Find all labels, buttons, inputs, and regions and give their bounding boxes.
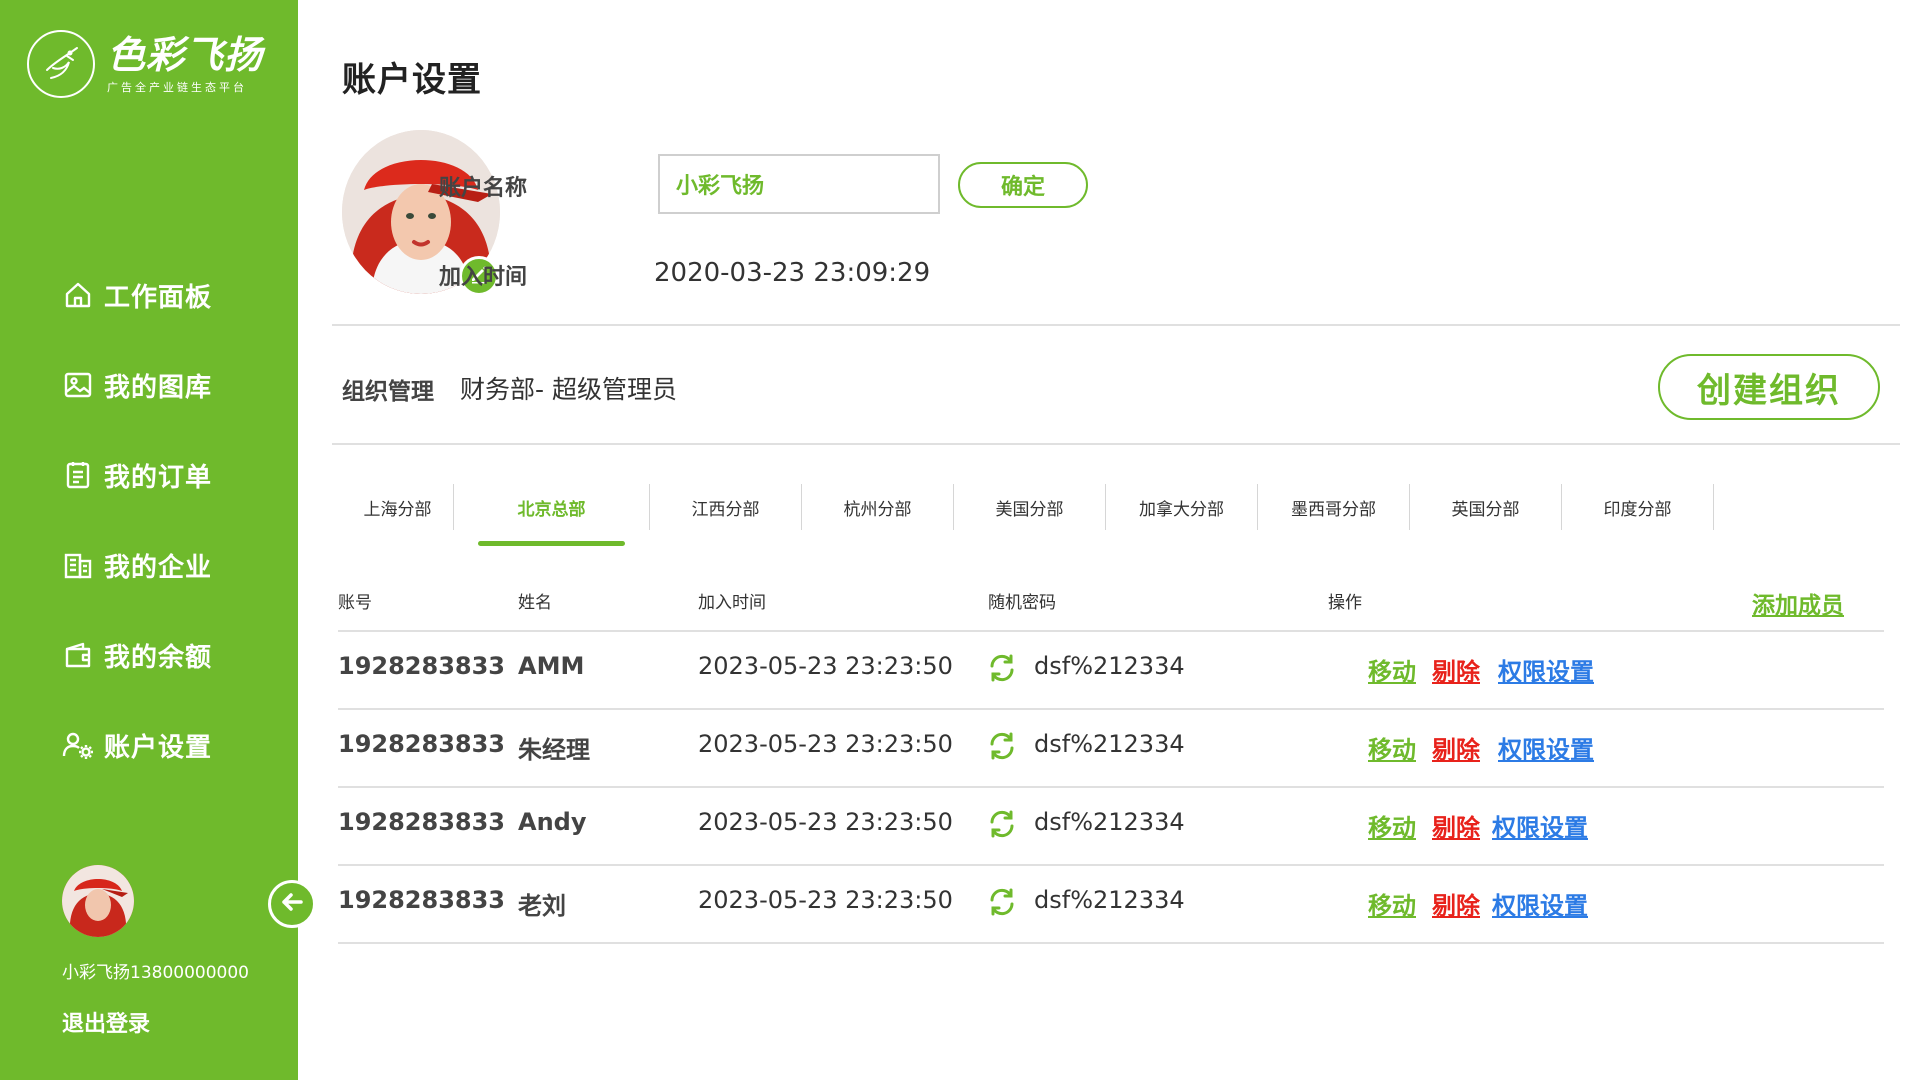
table-row: 1928283833 朱经理 2023-05-23 23:23:50 dsf%2…: [338, 708, 1884, 786]
sidebar-item-dashboard[interactable]: 工作面板: [62, 250, 212, 340]
tab-jiangxi[interactable]: 江西分部: [650, 484, 802, 530]
building-icon: [62, 549, 94, 581]
sidebar-item-label: 我的订单: [104, 462, 213, 493]
sidebar-item-label: 我的图库: [104, 372, 213, 403]
tab-uk[interactable]: 英国分部: [1410, 484, 1562, 530]
sidebar-item-gallery[interactable]: 我的图库: [62, 340, 212, 430]
create-org-button[interactable]: 创建组织: [1658, 354, 1880, 420]
arrow-left-icon: [277, 887, 307, 921]
main-content: 账户设置 账户名称 确定 加入时间 2020-03-23 23:09:29: [298, 0, 1920, 1080]
cell-name: Andy: [518, 808, 587, 836]
tab-india[interactable]: 印度分部: [1562, 484, 1714, 530]
tab-usa[interactable]: 美国分部: [954, 484, 1106, 530]
sidebar-item-label: 我的企业: [104, 552, 213, 583]
refresh-password-icon[interactable]: [986, 886, 1018, 918]
branch-tabs: 上海分部 北京总部 江西分部 杭州分部 美国分部 加拿大分部 墨西哥分部 英国分…: [342, 484, 1714, 546]
permission-link[interactable]: 权限设置: [1498, 730, 1594, 765]
cell-account: 1928283833: [338, 886, 505, 914]
permission-link[interactable]: 权限设置: [1492, 808, 1588, 843]
clipboard-icon: [62, 459, 94, 491]
sidebar-item-label: 账户设置: [104, 732, 213, 763]
divider: [332, 443, 1900, 445]
cell-password: dsf%212334: [1034, 730, 1185, 758]
move-link[interactable]: 移动: [1368, 808, 1416, 843]
column-header-account: 账号: [338, 593, 372, 613]
sidebar-nav: 工作面板 我的图库 我的订单 我的企业 我的余额 账户设置: [62, 250, 212, 790]
sidebar-item-company[interactable]: 我的企业: [62, 520, 212, 610]
cell-join-time: 2023-05-23 23:23:50: [698, 652, 953, 680]
tab-mexico[interactable]: 墨西哥分部: [1258, 484, 1410, 530]
sidebar-item-balance[interactable]: 我的余额: [62, 610, 212, 700]
divider: [332, 324, 1900, 326]
brand-logo[interactable]: 色彩飞扬 广告全产业链生态平台: [27, 30, 263, 98]
org-label: 组织管理: [342, 379, 434, 405]
cell-name: 朱经理: [518, 736, 590, 764]
table-row: 1928283833 AMM 2023-05-23 23:23:50 dsf%2…: [338, 630, 1884, 708]
sidebar-item-orders[interactable]: 我的订单: [62, 430, 212, 520]
cell-join-time: 2023-05-23 23:23:50: [698, 808, 953, 836]
sidebar-username: 小彩飞扬13800000000: [62, 963, 249, 983]
wallet-icon: [62, 639, 94, 671]
remove-link[interactable]: 剔除: [1432, 808, 1480, 843]
sidebar-item-label: 我的余额: [104, 642, 213, 673]
join-time-value: 2020-03-23 23:09:29: [654, 258, 931, 288]
hummingbird-icon: [27, 30, 95, 98]
column-header-password: 随机密码: [988, 593, 1056, 613]
permission-link[interactable]: 权限设置: [1492, 886, 1588, 921]
permission-link[interactable]: 权限设置: [1498, 652, 1594, 687]
move-link[interactable]: 移动: [1368, 886, 1416, 921]
cell-account: 1928283833: [338, 730, 505, 758]
column-header-name: 姓名: [518, 593, 552, 613]
cell-password: dsf%212334: [1034, 652, 1185, 680]
brand-name: 色彩飞扬: [107, 33, 264, 77]
move-link[interactable]: 移动: [1368, 730, 1416, 765]
tab-beijing[interactable]: 北京总部: [454, 484, 650, 546]
refresh-password-icon[interactable]: [986, 808, 1018, 840]
remove-link[interactable]: 剔除: [1432, 886, 1480, 921]
cell-password: dsf%212334: [1034, 886, 1185, 914]
tab-shanghai[interactable]: 上海分部: [342, 484, 454, 530]
logout-button[interactable]: 退出登录: [62, 1006, 150, 1038]
page-title: 账户设置: [342, 60, 482, 100]
cell-password: dsf%212334: [1034, 808, 1185, 836]
table-row: 1928283833 老刘 2023-05-23 23:23:50 dsf%21…: [338, 864, 1884, 942]
refresh-password-icon[interactable]: [986, 730, 1018, 762]
cell-join-time: 2023-05-23 23:23:50: [698, 730, 953, 758]
user-gear-icon: [62, 729, 94, 761]
cell-name: AMM: [518, 652, 585, 680]
home-icon: [62, 279, 94, 311]
column-header-actions: 操作: [1328, 593, 1362, 613]
move-link[interactable]: 移动: [1368, 652, 1416, 687]
sidebar-item-account-settings[interactable]: 账户设置: [62, 700, 212, 790]
cell-account: 1928283833: [338, 808, 505, 836]
join-time-label: 加入时间: [439, 265, 528, 290]
collapse-sidebar-button[interactable]: [268, 880, 316, 928]
remove-link[interactable]: 剔除: [1432, 730, 1480, 765]
image-icon: [62, 369, 94, 401]
add-member-link[interactable]: 添加成员: [1752, 586, 1844, 620]
sidebar: 色彩飞扬 广告全产业链生态平台 工作面板 我的图库 我的订单 我的企业 我的余额…: [0, 0, 298, 1080]
org-value: 财务部- 超级管理员: [460, 375, 677, 404]
table-row: 1928283833 Andy 2023-05-23 23:23:50 dsf%…: [338, 786, 1884, 864]
remove-link[interactable]: 剔除: [1432, 652, 1480, 687]
table-bottom-border: [338, 942, 1884, 944]
brand-tagline: 广告全产业链生态平台: [107, 81, 247, 94]
account-name-label: 账户名称: [439, 176, 528, 201]
tab-canada[interactable]: 加拿大分部: [1106, 484, 1258, 530]
cell-name: 老刘: [518, 892, 566, 920]
column-header-join-time: 加入时间: [698, 593, 766, 613]
account-name-input[interactable]: [658, 154, 940, 214]
cell-join-time: 2023-05-23 23:23:50: [698, 886, 953, 914]
confirm-button[interactable]: 确定: [958, 162, 1088, 208]
avatar[interactable]: [62, 865, 134, 937]
refresh-password-icon[interactable]: [986, 652, 1018, 684]
app: 色彩飞扬 广告全产业链生态平台 工作面板 我的图库 我的订单 我的企业 我的余额…: [0, 0, 1920, 1080]
sidebar-item-label: 工作面板: [104, 282, 213, 313]
cell-account: 1928283833: [338, 652, 505, 680]
tab-hangzhou[interactable]: 杭州分部: [802, 484, 954, 530]
